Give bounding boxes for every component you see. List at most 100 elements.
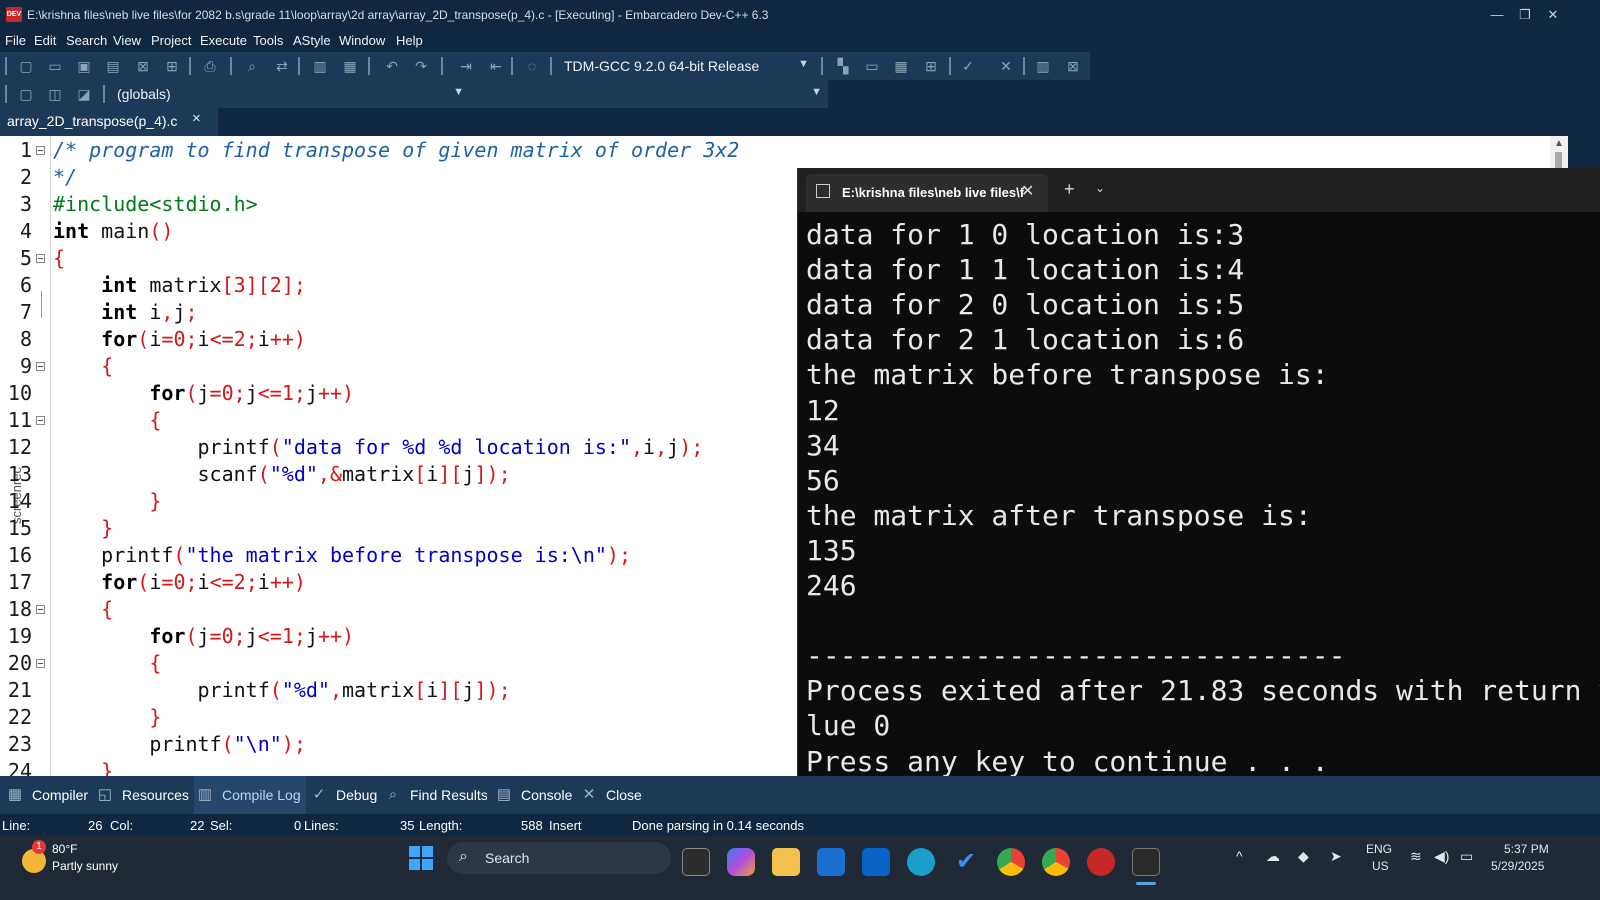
tab-console[interactable]: ▤ Console <box>493 776 577 814</box>
weather-temperature[interactable]: 80°F <box>52 842 77 856</box>
new-tab-icon[interactable]: + <box>1064 179 1075 200</box>
volume-icon[interactable]: ◀) <box>1434 848 1449 865</box>
menu-astyle[interactable]: AStyle <box>293 33 331 48</box>
fold-toggle-icon[interactable] <box>36 362 45 371</box>
editor-tab[interactable]: array_2D_transpose(p_4).c × <box>0 108 218 136</box>
close-tab-icon[interactable]: × <box>192 110 201 127</box>
code-token: 3 <box>233 273 246 297</box>
wifi-icon[interactable]: ≋ <box>1410 848 1422 865</box>
comment-icon[interactable]: ◌ <box>522 56 542 76</box>
terminal-tab[interactable]: E:\krishna files\neb live files\f ✕ <box>806 174 1048 212</box>
close-all-icon[interactable]: ⊞ <box>162 56 182 76</box>
chrome-icon[interactable] <box>997 848 1025 876</box>
menu-file[interactable]: File <box>5 33 26 48</box>
tab-debug[interactable]: ✓ Debug <box>308 776 384 814</box>
console-output-line: Press any key to continue . . . <box>806 744 1329 778</box>
rebuild-icon[interactable]: ⊞ <box>921 56 941 76</box>
close-panel-button[interactable]: ✕ Close <box>578 776 648 814</box>
language-secondary[interactable]: US <box>1372 859 1389 873</box>
clock-date[interactable]: 5/29/2025 <box>1491 859 1544 873</box>
code-token: j <box>305 624 318 648</box>
location-icon[interactable]: ➤ <box>1330 848 1342 865</box>
terminal-window[interactable]: E:\krishna files\neb live files\f ✕ + ⌄ … <box>797 168 1600 788</box>
battery-icon[interactable]: ▭ <box>1460 848 1473 865</box>
task-view-icon[interactable] <box>682 848 710 876</box>
compile-run-icon[interactable]: ▦ <box>891 56 911 76</box>
code-token: i <box>149 327 162 351</box>
compile-icon[interactable]: ▚ <box>833 56 853 76</box>
dropbox-icon[interactable]: ◆ <box>1298 848 1309 865</box>
windows-start-icon[interactable] <box>409 846 433 870</box>
menu-project[interactable]: Project <box>151 33 191 48</box>
replace-icon[interactable]: ⇄ <box>272 56 292 76</box>
new-class-icon[interactable]: ▢ <box>16 84 36 104</box>
print-icon[interactable]: ⎙ <box>200 56 220 76</box>
tab-compile-log[interactable]: ▥ Compile Log <box>194 776 306 814</box>
run-icon[interactable]: ▭ <box>862 56 882 76</box>
language-primary[interactable]: ENG <box>1366 842 1392 856</box>
chevron-down-icon[interactable]: ⌄ <box>1095 181 1105 195</box>
open-folder-icon[interactable]: ▭ <box>45 56 65 76</box>
bookmark-icon[interactable]: ◫ <box>45 84 65 104</box>
code-token: } <box>101 516 114 540</box>
menu-view[interactable]: View <box>113 33 141 48</box>
clock-time[interactable]: 5:37 PM <box>1504 842 1549 856</box>
menu-tools[interactable]: Tools <box>253 33 283 48</box>
redo-icon[interactable]: ↷ <box>411 56 431 76</box>
undo-icon[interactable]: ↶ <box>382 56 402 76</box>
save-all-icon[interactable]: ▤ <box>103 56 123 76</box>
tray-chevron-up-icon[interactable]: ^ <box>1236 848 1243 864</box>
taskbar-search[interactable]: ⌕ Search <box>447 842 671 874</box>
fold-toggle-icon[interactable] <box>36 146 45 155</box>
code-token: , <box>655 435 668 459</box>
goto-line-icon[interactable]: ▥ <box>310 56 330 76</box>
chrome-profile-icon[interactable] <box>1042 848 1070 876</box>
outlook-icon[interactable] <box>862 848 890 876</box>
fold-toggle-icon[interactable] <box>36 605 45 614</box>
copilot-icon[interactable] <box>727 848 755 876</box>
delete-profile-icon[interactable]: ⊠ <box>1063 56 1083 76</box>
devcpp-taskbar-icon[interactable] <box>1087 848 1115 876</box>
function-select[interactable]: ▼ <box>472 82 828 106</box>
save-icon[interactable]: ▣ <box>74 56 94 76</box>
check-syntax-icon[interactable]: ✓ <box>958 56 978 76</box>
stop-execution-icon[interactable]: ✕ <box>996 56 1016 76</box>
scroll-up-icon[interactable]: ▲ <box>1554 138 1564 149</box>
microsoft-store-icon[interactable] <box>817 848 845 876</box>
find-icon[interactable]: ⌕ <box>242 56 262 76</box>
close-window-button[interactable]: ✕ <box>1538 5 1568 25</box>
fold-toggle-icon[interactable] <box>36 254 45 263</box>
menu-help[interactable]: Help <box>396 33 423 48</box>
onedrive-icon[interactable]: ☁ <box>1266 848 1280 865</box>
scope-select[interactable]: (globals) ▼ <box>110 82 470 106</box>
compiler-select[interactable]: TDM-GCC 9.2.0 64-bit Release ▼ <box>557 54 815 78</box>
menu-window[interactable]: Window <box>339 33 385 48</box>
code-token: { <box>101 597 114 621</box>
file-explorer-icon[interactable] <box>772 848 800 876</box>
terminal-taskbar-icon[interactable] <box>1132 848 1160 876</box>
minimize-button[interactable]: — <box>1482 5 1512 25</box>
fold-toggle-icon[interactable] <box>36 659 45 668</box>
tab-compiler[interactable]: ▦ Compiler <box>4 776 94 814</box>
menu-execute[interactable]: Execute <box>200 33 247 48</box>
menu-edit[interactable]: Edit <box>34 33 56 48</box>
todo-check-icon[interactable]: ✔ <box>952 848 980 876</box>
code-token: j <box>245 381 258 405</box>
code-token: 0 <box>173 327 186 351</box>
profile-chart-icon[interactable]: ▥ <box>1033 56 1053 76</box>
edge-icon[interactable] <box>907 848 935 876</box>
bookmark-list-icon[interactable]: ◪ <box>74 84 94 104</box>
toggle-bookmark-icon[interactable]: ▦ <box>340 56 360 76</box>
unindent-icon[interactable]: ⇤ <box>486 56 506 76</box>
tab-find-results[interactable]: ⌕ Find Results <box>382 776 492 814</box>
close-file-icon[interactable]: ⊠ <box>133 56 153 76</box>
fold-toggle-icon[interactable] <box>36 416 45 425</box>
indent-icon[interactable]: ⇥ <box>456 56 476 76</box>
restore-button[interactable]: ❐ <box>1510 5 1540 25</box>
menu-search[interactable]: Search <box>66 33 107 48</box>
code-token: */ <box>53 165 78 189</box>
close-terminal-tab-icon[interactable]: ✕ <box>1021 181 1034 201</box>
tab-resources[interactable]: ◱ Resources <box>94 776 194 814</box>
weather-description[interactable]: Partly sunny <box>52 859 118 873</box>
new-file-icon[interactable]: ▢ <box>16 56 36 76</box>
